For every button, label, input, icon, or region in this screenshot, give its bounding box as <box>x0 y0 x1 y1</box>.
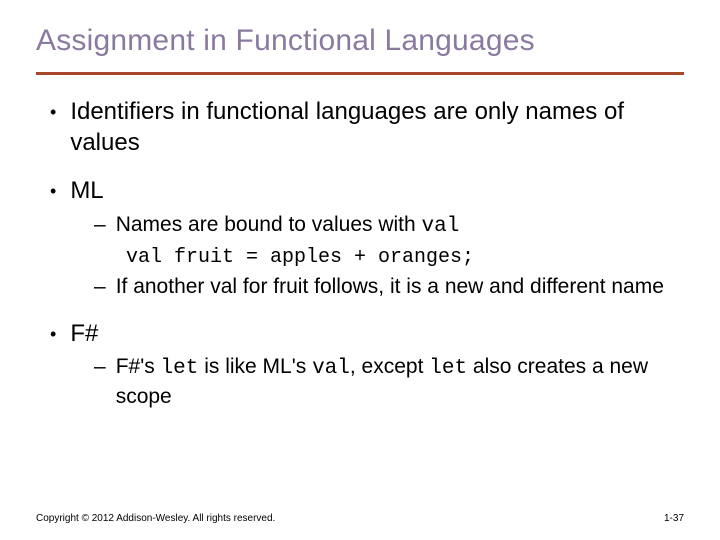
list-item: • F# – F#'s let is like ML's val, except… <box>36 319 684 410</box>
code-inline: val <box>312 357 350 380</box>
bullet-level1: • F# <box>36 319 684 350</box>
bullet-dot-icon: • <box>50 176 56 206</box>
list-item: • Identifiers in functional languages ar… <box>36 97 684 158</box>
footer: Copyright © 2012 Addison-Wesley. All rig… <box>36 513 684 524</box>
bullet-level2: – Names are bound to values with val <box>36 211 684 240</box>
bullet-text: F# <box>70 319 684 350</box>
slide-title: Assignment in Functional Languages <box>36 24 684 58</box>
page-number: 1-37 <box>664 513 684 524</box>
bullet-list: • Identifiers in functional languages ar… <box>36 97 684 410</box>
bullet-text: If another val for fruit follows, it is … <box>116 273 684 300</box>
bullet-dash-icon: – <box>94 353 106 380</box>
bullet-text: Names are bound to values with val <box>116 211 684 240</box>
code-inline: let <box>161 357 199 380</box>
code-inline: let <box>429 357 467 380</box>
bullet-level1: • Identifiers in functional languages ar… <box>36 97 684 158</box>
bullet-level2: – F#'s let is like ML's val, except let … <box>36 353 684 410</box>
code-inline: val <box>422 215 460 238</box>
bullet-text: Identifiers in functional languages are … <box>70 97 684 158</box>
slide: Assignment in Functional Languages • Ide… <box>0 0 720 410</box>
bullet-level2: – If another val for fruit follows, it i… <box>36 273 684 300</box>
bullet-level1: • ML <box>36 176 684 207</box>
bullet-dash-icon: – <box>94 273 106 300</box>
text-fragment: F#'s <box>116 355 161 378</box>
text-fragment: , except <box>350 355 429 378</box>
text-fragment: is like ML's <box>198 355 312 378</box>
bullet-text: ML <box>70 176 684 207</box>
text-fragment: Names are bound to values with <box>116 213 422 236</box>
copyright-text: Copyright © 2012 Addison-Wesley. All rig… <box>36 513 275 524</box>
bullet-text: F#'s let is like ML's val, except let al… <box>116 353 684 410</box>
title-rule <box>36 72 684 75</box>
bullet-dash-icon: – <box>94 211 106 238</box>
bullet-dot-icon: • <box>50 97 56 127</box>
list-item: • ML – Names are bound to values with va… <box>36 176 684 300</box>
code-line: val fruit = apples + oranges; <box>36 246 684 269</box>
bullet-dot-icon: • <box>50 319 56 349</box>
